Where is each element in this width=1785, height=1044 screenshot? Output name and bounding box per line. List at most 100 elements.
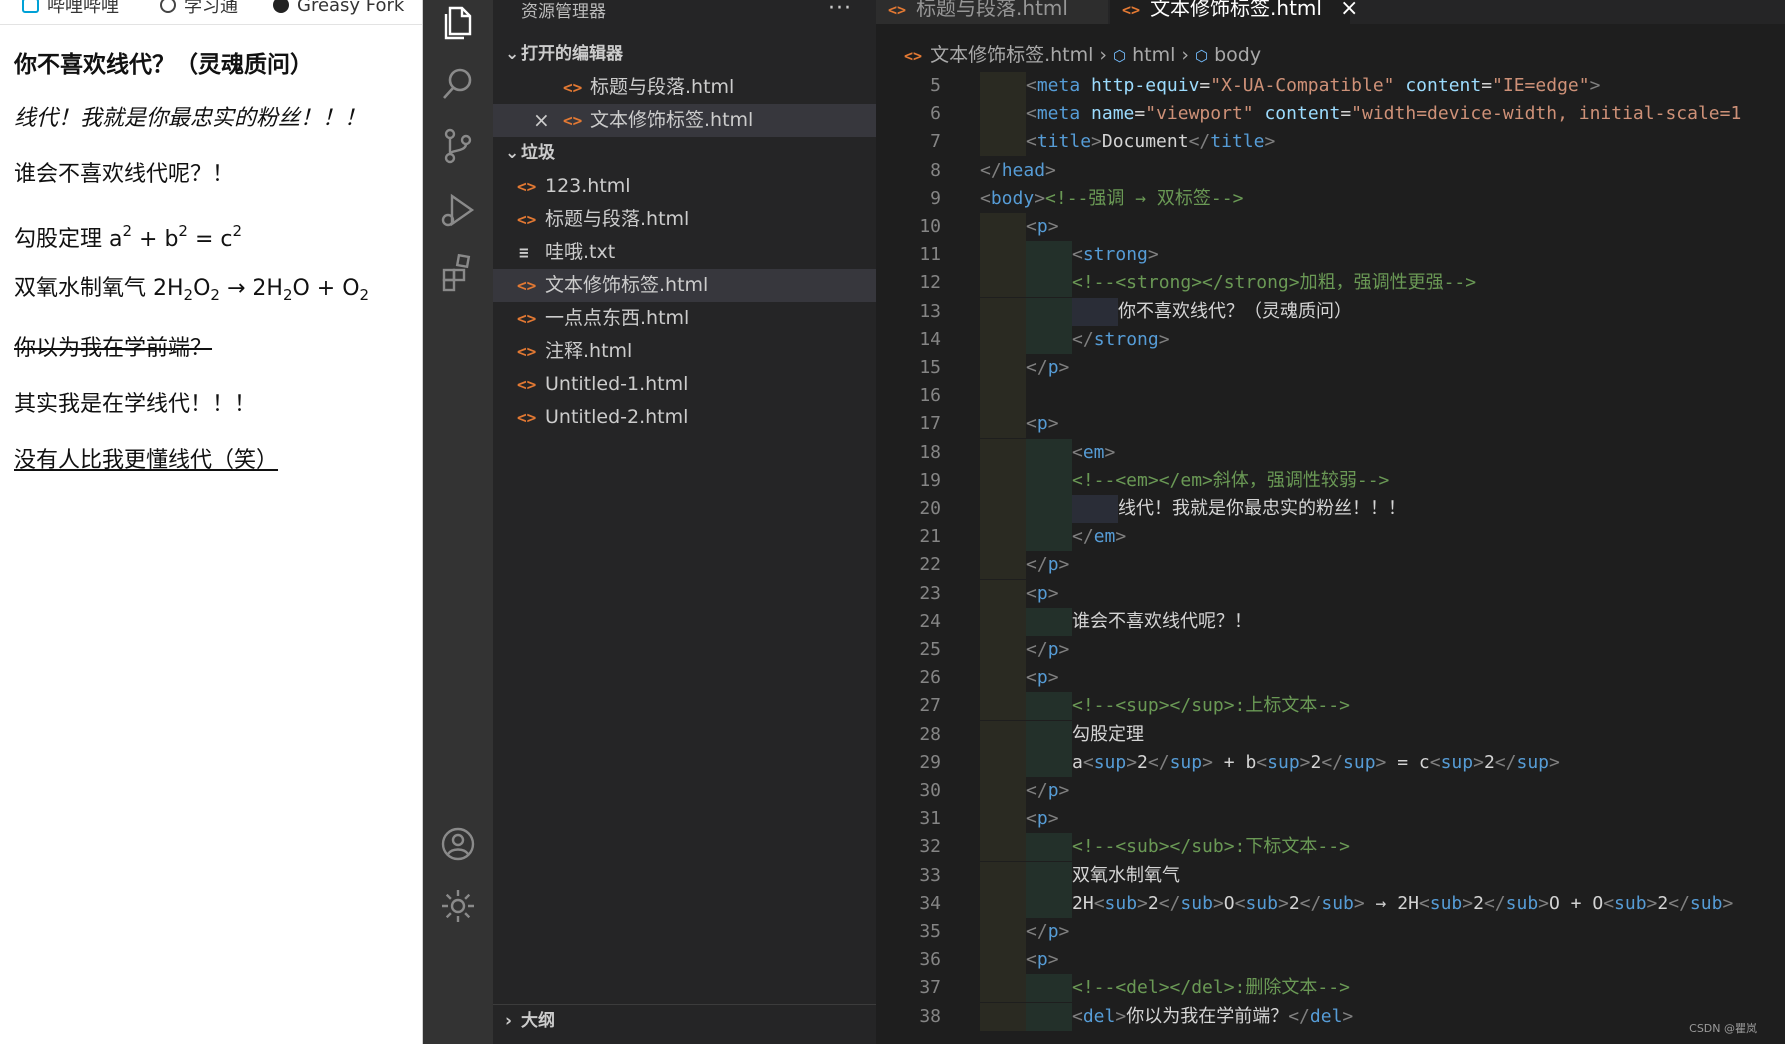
file-item[interactable]: <> 注释.html [493, 335, 876, 368]
breadcrumb-item[interactable]: body [1214, 44, 1261, 66]
paragraph-text: 谁会不喜欢线代呢？！ [14, 162, 235, 187]
bookmark-label: Greasy Fork [297, 0, 405, 16]
code-line[interactable]: 19 <!--<em></em>斜体，强调性较弱--> [876, 466, 1785, 495]
code-line[interactable]: 23 <p> [876, 579, 1785, 608]
token: < [1093, 892, 1105, 914]
code-line[interactable]: 36 <p> [876, 946, 1785, 975]
indent-guide [980, 607, 1026, 636]
open-editor-item-active[interactable]: × <> 文本修饰标签.html [493, 104, 876, 137]
file-item[interactable]: <> 123.html [493, 170, 876, 203]
code-line[interactable]: 12 <!--<strong></strong>加粗，强调性更强--> [876, 269, 1785, 298]
file-item-active[interactable]: <> 文本修饰标签.html [493, 269, 876, 302]
token: > [1646, 892, 1658, 914]
editor-tabs: <> 标题与段落.html <> 文本修饰标签.html × [876, 0, 1785, 24]
tab-text-modifiers[interactable]: <> 文本修饰标签.html × [1110, 0, 1358, 24]
activity-bar [423, 0, 493, 1044]
code-line[interactable]: 6 <meta name="viewport" content="width=de… [876, 100, 1785, 129]
run-debug-icon[interactable] [438, 190, 478, 230]
token: < [1418, 892, 1430, 914]
token: < [1603, 892, 1615, 914]
code-line[interactable]: 22 </p> [876, 551, 1785, 580]
code-line[interactable]: 10 <p> [876, 213, 1785, 241]
token: "viewport" [1145, 103, 1254, 125]
code-line[interactable]: 33 双氧水制氧气 [876, 861, 1785, 890]
token: meta [1036, 103, 1081, 125]
code-line[interactable]: 9 <body><!--强调 → 双标签--> [876, 185, 1785, 213]
code-line[interactable]: 32 <!--<sub></sub>:下标文本--> [876, 833, 1785, 862]
code-line[interactable]: 25 </p> [876, 636, 1785, 664]
file-item[interactable]: <> 标题与段落.html [493, 203, 876, 236]
open-editor-item[interactable]: <> 标题与段落.html [493, 71, 876, 104]
outline-section[interactable]: › 大纲 [493, 1004, 876, 1038]
code-line[interactable]: 24 谁会不喜欢线代呢？！ [876, 607, 1785, 636]
token: body [990, 187, 1035, 209]
code-line[interactable]: 21 </em> [876, 523, 1785, 552]
strong-text: 你不喜欢线代？（灵魂质问） [14, 52, 313, 78]
file-item[interactable]: <> 一点点东西.html [493, 302, 876, 335]
code-line[interactable]: 28 勾股定理 [876, 720, 1785, 749]
code-line[interactable]: 17 <p> [876, 410, 1785, 439]
code-text: <!--<em></em>斜体，强调性较弱--> [1072, 467, 1389, 495]
open-editors-section[interactable]: ⌄ 打开的编辑器 [493, 38, 876, 71]
bookmark-greasyfork[interactable]: Greasy Fork [273, 0, 404, 17]
token: < [1072, 441, 1083, 463]
code-line[interactable]: 8 </head> [876, 157, 1785, 185]
code-line[interactable]: 35 </p> [876, 918, 1785, 946]
token: <!--<sub></sub>:下标文本--> [1072, 836, 1350, 858]
source-control-icon[interactable] [438, 126, 478, 166]
code-line[interactable]: 29 a<sup>2</sup> + b<sup>2</sup> = c<sup>… [876, 748, 1785, 777]
settings-gear-icon[interactable] [438, 886, 478, 926]
bookmark-bilibili[interactable]: 哔哩哔哩 [22, 0, 119, 17]
code-line[interactable]: 16 [876, 382, 1785, 411]
code-line[interactable]: 18 <em> [876, 438, 1785, 467]
code-line[interactable]: 15 </p> [876, 354, 1785, 382]
code-line[interactable]: 27 <!--<sup></sup>:上标文本--> [876, 692, 1785, 721]
tab-headings[interactable]: <> 标题与段落.html [876, 0, 1108, 24]
token: head [1001, 159, 1046, 181]
breadcrumb-item[interactable]: html [1132, 44, 1175, 66]
file-item[interactable]: ≡ 哇哦.txt [493, 236, 876, 269]
token: = [1134, 103, 1146, 125]
code-line[interactable]: 13 你不喜欢线代？（灵魂质问） [876, 297, 1785, 326]
explorer-icon[interactable] [438, 2, 478, 42]
extensions-icon[interactable] [438, 252, 478, 292]
code-text: </head> [980, 157, 1056, 185]
token: sub [1321, 892, 1354, 914]
code-line[interactable]: 34 2H<sub>2</sub>O<sub>2</sub> → 2H<sub>2… [876, 889, 1785, 918]
more-actions-icon[interactable]: ··· [828, 0, 852, 21]
code-line[interactable]: 14 </strong> [876, 325, 1785, 354]
indent-guide [1026, 466, 1072, 495]
code-text: <em> [1072, 439, 1115, 467]
bookmark-xuexitong[interactable]: 学习通 [160, 0, 238, 17]
chevron-right-icon: › [505, 1011, 513, 1031]
file-item[interactable]: <> Untitled-1.html [493, 368, 876, 401]
code-line[interactable]: 11 <strong> [876, 241, 1785, 270]
token: > [1058, 554, 1070, 576]
token: > [1462, 892, 1474, 914]
token: "X-UA-Compatible" [1210, 75, 1395, 96]
code-line[interactable]: 7 <title>Document</title> [876, 128, 1785, 157]
indent-guide [980, 636, 1026, 664]
code-line[interactable]: 30 </p> [876, 777, 1785, 805]
code-line[interactable]: 5 <meta http-equiv="X-UA-Compatible" cont… [876, 72, 1785, 100]
token: del [1309, 1005, 1343, 1027]
html-file-icon: <> [1122, 1, 1141, 19]
account-icon[interactable] [438, 824, 478, 864]
line-number: 23 [919, 582, 941, 604]
code-line[interactable]: 38 <del>你以为我在学前端？</del> [876, 1002, 1785, 1031]
code-line[interactable]: 26 <p> [876, 664, 1785, 693]
code-line[interactable]: 20 线代！我就是你最忠实的粉丝！！！ [876, 495, 1785, 523]
token: 你不喜欢线代？（灵魂质问） [1118, 300, 1352, 322]
file-item[interactable]: <> Untitled-2.html [493, 401, 876, 434]
code-line[interactable]: 31 <p> [876, 805, 1785, 834]
file-name: 标题与段落.html [545, 208, 690, 230]
close-icon[interactable]: × [533, 104, 550, 137]
breadcrumb-item[interactable]: 文本修饰标签.html [930, 44, 1093, 66]
code-line[interactable]: 37 <!--<del></del>:删除文本--> [876, 974, 1785, 1003]
folder-section[interactable]: ⌄ 垃圾 [493, 137, 876, 170]
close-icon[interactable]: × [1340, 0, 1358, 21]
token: p [1047, 780, 1059, 801]
search-icon[interactable] [438, 64, 478, 104]
